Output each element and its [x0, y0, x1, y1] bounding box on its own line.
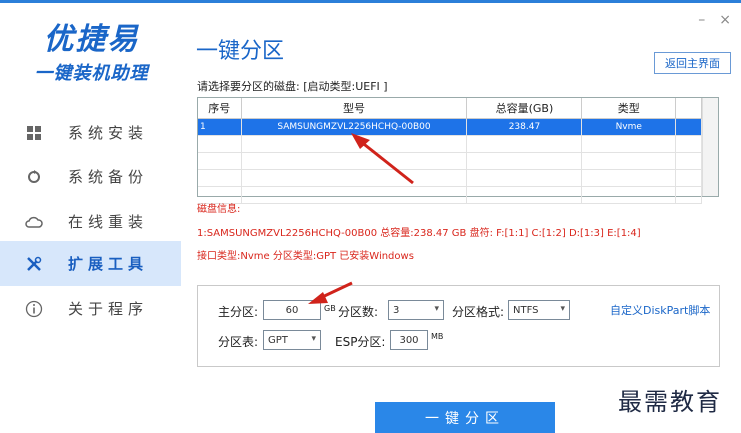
back-to-main-button[interactable]: 返回主界面: [654, 52, 731, 74]
windows-icon: [22, 121, 46, 145]
cell-blank: [675, 118, 702, 136]
sidebar-item-extension-tools[interactable]: 扩展工具: [0, 241, 181, 286]
sidebar-item-label: 关于程序: [68, 300, 149, 318]
sidebar-item-label: 在线重装: [68, 213, 149, 231]
column-header-model: 型号: [241, 98, 468, 119]
tools-icon: [22, 252, 46, 276]
empty-row: [198, 135, 702, 153]
esp-partition-input[interactable]: 300: [390, 330, 428, 350]
disk-info-label: 磁盘信息:: [197, 204, 241, 215]
partition-format-select[interactable]: NTFS ▾: [508, 300, 570, 320]
partition-count-label: 分区数:: [338, 305, 379, 319]
minimize-button[interactable]: –: [698, 12, 705, 28]
disk-table: 序号 型号 总容量(GB) 类型 1 SAMSUNGMZVL2256HCHQ-0…: [197, 97, 719, 204]
info-icon: [22, 297, 46, 321]
column-header-blank: [675, 98, 702, 119]
primary-unit: GB: [324, 304, 336, 313]
one-click-partition-button[interactable]: 一键分区: [375, 402, 555, 433]
partition-settings-panel: 主分区: 60 GB 分区数: 3 ▾ 分区格式: NTFS ▾ 自定义Disk…: [197, 285, 720, 367]
table-scrollbar[interactable]: [702, 98, 718, 196]
partition-count-value: 3: [393, 304, 400, 316]
close-button[interactable]: ×: [719, 12, 731, 28]
partition-format-label: 分区格式:: [452, 305, 505, 319]
sidebar: 优捷易 一键装机助理 系统安装 系统备份 在线重装 扩展工具 关于程序: [0, 3, 181, 433]
cloud-icon: [22, 210, 46, 234]
partition-table-label: 分区表:: [218, 335, 259, 349]
page-title: 一键分区: [196, 39, 285, 64]
primary-partition-label: 主分区:: [218, 305, 259, 319]
partition-format-value: NTFS: [513, 304, 539, 316]
empty-row: [198, 186, 702, 204]
primary-partition-input[interactable]: 60: [263, 300, 321, 320]
table-row[interactable]: 1 SAMSUNGMZVL2256HCHQ-00B00 238.47 Nvme: [198, 118, 702, 136]
watermark-text: 最需教育: [618, 388, 722, 416]
empty-row: [198, 169, 702, 187]
partition-table-select[interactable]: GPT ▾: [263, 330, 321, 350]
column-header-capacity: 总容量(GB): [466, 98, 583, 119]
sidebar-item-system-backup[interactable]: 系统备份: [0, 154, 181, 199]
sidebar-item-label: 扩展工具: [68, 255, 149, 273]
chevron-down-icon: ▾: [560, 304, 565, 314]
app-subtitle: 一键装机助理: [34, 63, 149, 84]
esp-unit: MB: [431, 332, 444, 341]
column-header-type: 类型: [581, 98, 677, 119]
app-name: 优捷易: [43, 22, 140, 57]
sidebar-item-about[interactable]: 关于程序: [0, 286, 181, 331]
partition-count-select[interactable]: 3 ▾: [388, 300, 444, 320]
cell-index: 1: [198, 118, 242, 136]
backup-icon: [22, 165, 46, 189]
chevron-down-icon: ▾: [311, 334, 316, 344]
cell-capacity: 238.47: [466, 118, 583, 136]
cell-type: Nvme: [581, 118, 677, 136]
sidebar-item-online-reinstall[interactable]: 在线重装: [0, 199, 181, 244]
disk-info-line1: 1:SAMSUNGMZVL2256HCHQ-00B00 总容量:238.47 G…: [197, 228, 641, 239]
column-header-index: 序号: [198, 98, 242, 119]
sidebar-item-label: 系统安装: [68, 124, 149, 142]
cell-model: SAMSUNGMZVL2256HCHQ-00B00: [241, 118, 468, 136]
empty-row: [198, 152, 702, 170]
sidebar-item-system-install[interactable]: 系统安装: [0, 110, 181, 155]
esp-partition-label: ESP分区:: [335, 335, 386, 349]
chevron-down-icon: ▾: [434, 304, 439, 314]
app-logo: 优捷易 一键装机助理: [14, 23, 169, 85]
window-controls: – ×: [698, 12, 731, 28]
custom-diskpart-script-link[interactable]: 自定义DiskPart脚本: [610, 302, 710, 318]
disk-select-hint: 请选择要分区的磁盘: [启动类型:UEFI ]: [197, 80, 388, 93]
disk-info-line2: 接口类型:Nvme 分区类型:GPT 已安装Windows: [197, 251, 414, 262]
partition-table-value: GPT: [268, 334, 288, 346]
sidebar-item-label: 系统备份: [68, 168, 149, 186]
